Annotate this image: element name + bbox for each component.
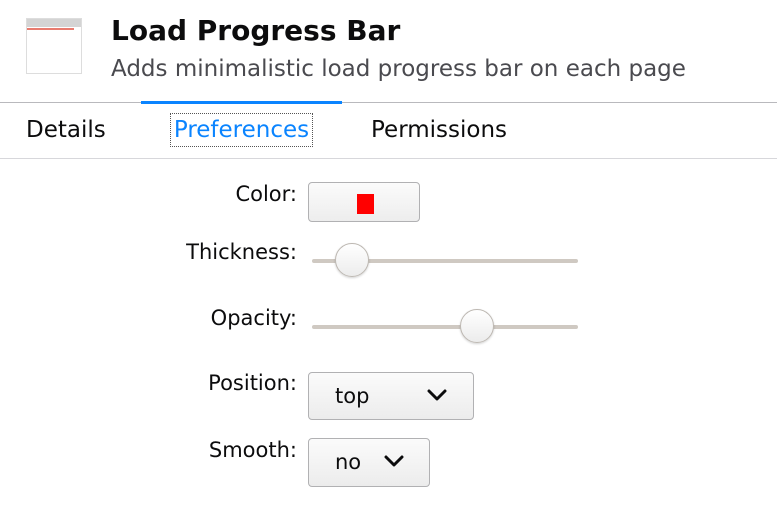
tab-permissions[interactable]: Permissions xyxy=(371,103,507,158)
opacity-label: Opacity: xyxy=(210,306,297,330)
color-swatch xyxy=(357,194,374,214)
color-picker-button[interactable] xyxy=(308,182,420,222)
tab-preferences-label: Preferences xyxy=(169,113,314,147)
selected-tab-indicator xyxy=(141,101,342,104)
chevron-down-icon xyxy=(427,389,447,401)
tab-details[interactable]: Details xyxy=(26,103,106,158)
tab-bar: Details Preferences Permissions xyxy=(0,101,777,158)
tab-preferences[interactable]: Preferences xyxy=(141,101,342,158)
position-select-value: top xyxy=(335,384,370,408)
addon-description: Adds minimalistic load progress bar on e… xyxy=(111,56,686,82)
opacity-slider-track xyxy=(312,325,578,329)
smooth-select[interactable]: no xyxy=(308,438,430,487)
chevron-down-icon xyxy=(384,455,404,467)
position-select[interactable]: top xyxy=(308,372,474,420)
opacity-slider[interactable] xyxy=(312,309,578,345)
color-label: Color: xyxy=(235,182,297,206)
smooth-select-value: no xyxy=(335,450,362,474)
opacity-slider-thumb[interactable] xyxy=(460,309,495,343)
tabs-divider xyxy=(0,158,777,159)
icon-progress-line xyxy=(27,28,74,30)
addon-title: Load Progress Bar xyxy=(111,14,401,47)
thickness-slider-thumb[interactable] xyxy=(335,243,370,277)
thickness-slider[interactable] xyxy=(312,243,578,279)
addon-header: Load Progress Bar Adds minimalistic load… xyxy=(0,0,777,102)
icon-top-strip xyxy=(27,19,81,27)
load-progress-bar-icon xyxy=(26,18,82,74)
thickness-label: Thickness: xyxy=(186,240,297,264)
position-label: Position: xyxy=(208,371,297,395)
smooth-label: Smooth: xyxy=(208,438,297,462)
